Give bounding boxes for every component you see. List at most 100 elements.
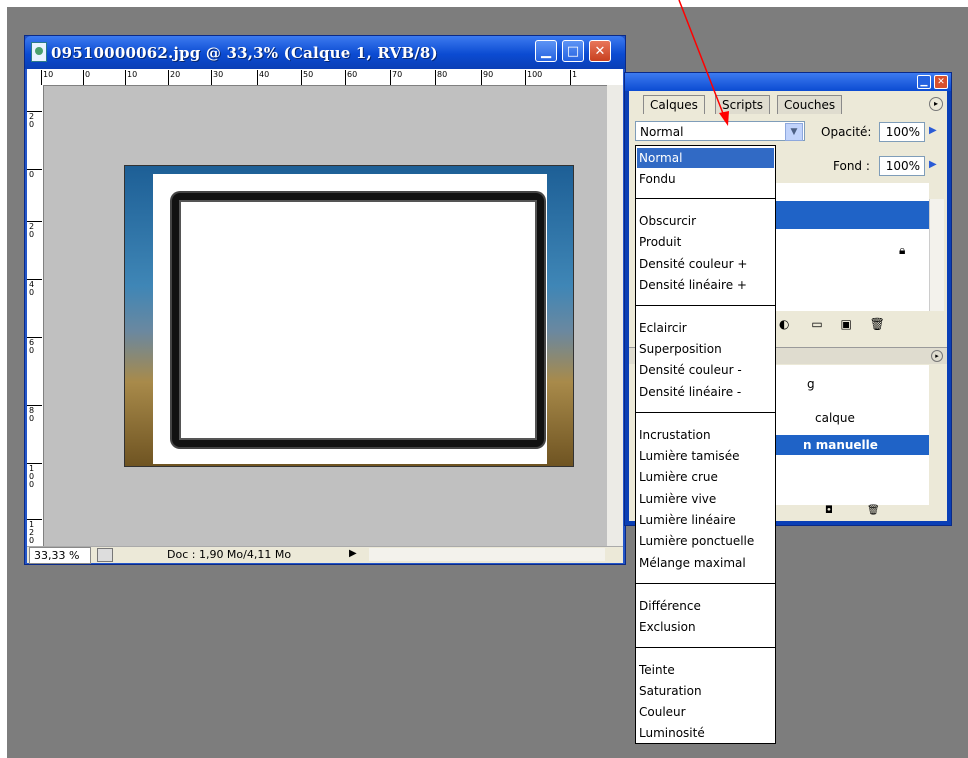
status-menu-arrow-icon[interactable]: ▶ bbox=[349, 548, 357, 559]
separator bbox=[636, 198, 775, 199]
maximize-icon: □ bbox=[566, 43, 580, 59]
ruler-tick-label: 60 bbox=[344, 70, 358, 85]
blend-option-lumiere-tamisee[interactable]: Lumière tamisée bbox=[637, 446, 774, 466]
ruler-tick-label: 40 bbox=[27, 279, 42, 297]
photoshop-document-icon bbox=[31, 42, 47, 62]
fill-input[interactable]: 100% bbox=[879, 156, 925, 176]
ruler-tick-label: 20 bbox=[27, 221, 42, 239]
blend-option-produit[interactable]: Produit bbox=[637, 232, 774, 252]
history-menu-icon[interactable]: ▸ bbox=[931, 350, 943, 362]
document-canvas[interactable] bbox=[44, 86, 610, 546]
ruler-tick-label: 70 bbox=[389, 70, 403, 85]
blend-option-difference[interactable]: Différence bbox=[637, 596, 774, 616]
blend-option-luminosite[interactable]: Luminosité bbox=[637, 723, 774, 743]
history-item[interactable]: g bbox=[807, 377, 815, 391]
ruler-tick-label: 40 bbox=[256, 70, 270, 85]
ruler-tick-label: 90 bbox=[480, 70, 494, 85]
trash-icon[interactable]: 🗑︎ bbox=[870, 317, 885, 331]
document-info: Doc : 1,90 Mo/4,11 Mo bbox=[167, 548, 292, 561]
frame-paper bbox=[153, 174, 547, 464]
ruler-tick-label: 100 bbox=[524, 70, 543, 85]
layers-scrollbar[interactable] bbox=[929, 199, 944, 311]
close-icon: ✕ bbox=[594, 43, 606, 59]
separator bbox=[636, 583, 775, 584]
link-icon[interactable]: ◐ bbox=[779, 317, 789, 331]
opacity-slider-arrow-icon[interactable]: ▶ bbox=[929, 122, 943, 140]
blend-option-melange-maximal[interactable]: Mélange maximal bbox=[637, 553, 774, 573]
ruler-tick-label: 10 bbox=[40, 70, 54, 85]
blend-option-lumiere-ponctuelle[interactable]: Lumière ponctuelle bbox=[637, 531, 774, 551]
ruler-tick-label: 20 bbox=[27, 111, 42, 129]
document-titlebar[interactable]: 09510000062.jpg @ 33,3% (Calque 1, RVB/8… bbox=[25, 36, 625, 69]
document-title: 09510000062.jpg @ 33,3% (Calque 1, RVB/8… bbox=[51, 44, 438, 62]
fill-label: Fond : bbox=[833, 159, 870, 173]
lock-icon: 🔒︎ bbox=[899, 243, 906, 257]
ruler-tick-label: 80 bbox=[27, 405, 42, 423]
horizontal-scrollbar[interactable] bbox=[369, 548, 605, 561]
ruler-tick-label: 50 bbox=[300, 70, 314, 85]
blend-option-fondu[interactable]: Fondu bbox=[637, 169, 774, 189]
folder-icon[interactable]: ▭ bbox=[811, 317, 822, 331]
blend-option-superposition[interactable]: Superposition bbox=[637, 339, 774, 359]
vertical-scrollbar[interactable] bbox=[607, 85, 623, 547]
separator bbox=[636, 305, 775, 306]
blend-option-eclaircir[interactable]: Eclaircir bbox=[637, 318, 774, 338]
blend-option-densite-couleur-plus[interactable]: Densité couleur + bbox=[637, 254, 774, 274]
blend-option-exclusion[interactable]: Exclusion bbox=[637, 617, 774, 637]
zoom-field[interactable]: 33,33 % bbox=[29, 547, 91, 564]
ruler-tick-label: 120 bbox=[27, 519, 42, 545]
blend-option-lumiere-vive[interactable]: Lumière vive bbox=[637, 489, 774, 509]
history-item[interactable]: calque bbox=[815, 411, 855, 425]
vertical-ruler[interactable]: 20 0 20 40 60 80 100 120 bbox=[27, 85, 44, 547]
ruler-tick-label: 10 bbox=[124, 70, 138, 85]
palette-titlebar[interactable]: ▁ ✕ bbox=[625, 73, 951, 91]
layer-tools-row: ◐ ▭ ▣ 🗑︎ bbox=[779, 317, 885, 331]
minimize-button[interactable]: ▁ bbox=[535, 40, 557, 62]
blend-option-couleur[interactable]: Couleur bbox=[637, 702, 774, 722]
blend-option-obscurcir[interactable]: Obscurcir bbox=[637, 211, 774, 231]
minimize-icon: ▁ bbox=[920, 77, 928, 87]
ruler-tick-label: 20 bbox=[167, 70, 181, 85]
blend-option-densite-lineaire-plus[interactable]: Densité linéaire + bbox=[637, 275, 774, 295]
ruler-tick-label: 0 bbox=[27, 169, 42, 179]
blend-mode-value: Normal bbox=[640, 125, 684, 139]
blend-option-lumiere-crue[interactable]: Lumière crue bbox=[637, 467, 774, 487]
tab-scripts[interactable]: Scripts bbox=[715, 95, 771, 114]
document-status-bar: 33,33 % Doc : 1,90 Mo/4,11 Mo ▶ bbox=[27, 546, 623, 564]
opacity-label: Opacité: bbox=[821, 125, 872, 139]
blend-option-incrustation[interactable]: Incrustation bbox=[637, 425, 774, 445]
separator bbox=[636, 647, 775, 648]
ruler-tick-label: 30 bbox=[210, 70, 224, 85]
close-button[interactable]: ✕ bbox=[589, 40, 611, 62]
blend-option-densite-lineaire-minus[interactable]: Densité linéaire - bbox=[637, 382, 774, 402]
document-window[interactable]: 09510000062.jpg @ 33,3% (Calque 1, RVB/8… bbox=[24, 35, 626, 565]
horizontal-ruler[interactable]: 10 0 10 20 30 40 50 60 70 80 90 100 1 bbox=[27, 69, 623, 86]
blend-option-lumiere-lineaire[interactable]: Lumière linéaire bbox=[637, 510, 774, 530]
maximize-button[interactable]: □ bbox=[562, 40, 584, 62]
new-layer-icon[interactable]: ▣ bbox=[840, 317, 851, 331]
minimize-icon: ▁ bbox=[541, 43, 551, 59]
blend-option-teinte[interactable]: Teinte bbox=[637, 660, 774, 680]
status-icon[interactable] bbox=[97, 548, 113, 562]
photo-image bbox=[124, 165, 574, 467]
opacity-input[interactable]: 100% bbox=[879, 122, 925, 142]
tab-couches[interactable]: Couches bbox=[777, 95, 843, 114]
separator bbox=[636, 412, 775, 413]
blend-option-densite-couleur-minus[interactable]: Densité couleur - bbox=[637, 360, 774, 380]
palette-menu-icon[interactable]: ▸ bbox=[929, 97, 943, 111]
blend-option-saturation[interactable]: Saturation bbox=[637, 681, 774, 701]
fill-slider-arrow-icon[interactable]: ▶ bbox=[929, 156, 943, 174]
ruler-tick-label: 80 bbox=[434, 70, 448, 85]
palette-minimize-button[interactable]: ▁ bbox=[917, 75, 931, 89]
blend-mode-select[interactable]: Normal ▼ bbox=[635, 121, 805, 141]
blend-option-normal[interactable]: Normal bbox=[637, 148, 774, 168]
close-icon: ✕ bbox=[937, 77, 945, 87]
tab-calques[interactable]: Calques bbox=[643, 95, 705, 114]
ruler-tick-label: 100 bbox=[27, 463, 42, 489]
ruler-tick-label: 0 bbox=[82, 70, 91, 85]
chevron-down-icon[interactable]: ▼ bbox=[785, 123, 803, 141]
blend-mode-dropdown[interactable]: Normal Fondu Obscurcir Produit Densité c… bbox=[635, 145, 776, 744]
trash-icon[interactable]: 🗑︎ bbox=[867, 505, 880, 516]
camera-icon[interactable]: ◘ bbox=[825, 505, 833, 516]
palette-close-button[interactable]: ✕ bbox=[934, 75, 948, 89]
